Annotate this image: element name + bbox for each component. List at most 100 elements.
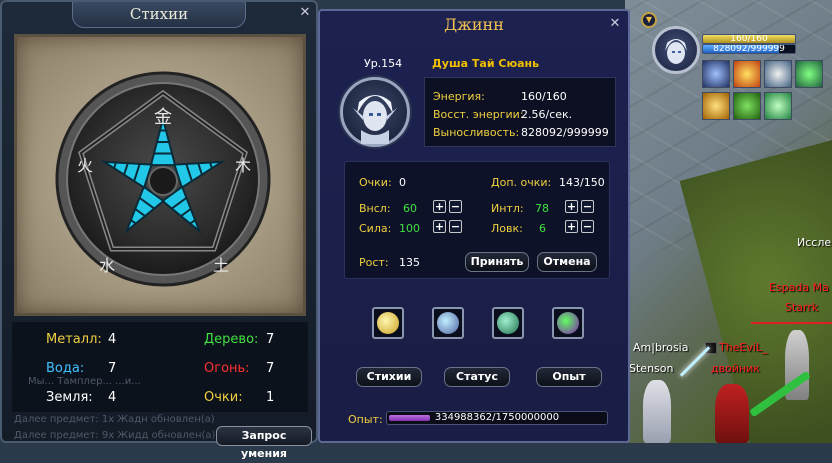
skill-star-icon[interactable] [795, 60, 823, 88]
str-label: Сила: [359, 222, 392, 235]
energy-value: 160/160 [521, 90, 567, 103]
genie-level: Ур.154 [364, 57, 403, 70]
skill-slot[interactable] [492, 307, 524, 339]
skill-burst-icon[interactable] [733, 60, 761, 88]
player-name[interactable]: Espada Ma [769, 281, 829, 294]
int-value: 78 [535, 202, 549, 215]
attribute-box: Очки: 0 Доп. очки: 143/150 Внсл: 60 + − … [344, 161, 610, 279]
exp-value: 334988362/1750000000 [434, 412, 560, 423]
stamina-bar: 828092/999999 [702, 44, 796, 54]
vnsl-value: 60 [403, 202, 417, 215]
vnsl-label: Внсл: [359, 202, 391, 215]
extra-points-label: Доп. очки: [491, 176, 552, 189]
growth-label: Рост: [359, 256, 389, 269]
svg-text:水: 水 [99, 256, 115, 275]
chat-ghost-text: Далее предмет: 9х Жидд обновлен(а) [14, 430, 216, 441]
wood-value: 7 [266, 332, 275, 347]
elements-parchment: 金 木 土 水 火 [14, 34, 306, 316]
chat-ghost-text: Мы... Тамплер... ...и... [28, 376, 141, 387]
dex-plus-button[interactable]: + [565, 220, 578, 233]
elements-button[interactable]: Стихии [356, 367, 422, 387]
hp-bar: 160/160 [702, 34, 796, 44]
skill-wind-icon[interactable] [702, 60, 730, 88]
chat-ghost-text: Далее предмет: 1х Жадн обновлен(а) [14, 414, 215, 425]
dex-minus-button[interactable]: − [581, 220, 594, 233]
vnsl-minus-button[interactable]: − [449, 200, 462, 213]
points-value: 1 [266, 390, 275, 405]
energy-label: Энергия: [433, 90, 485, 103]
svg-text:木: 木 [235, 156, 251, 175]
int-minus-button[interactable]: − [581, 200, 594, 213]
svg-text:金: 金 [154, 107, 172, 128]
status-button[interactable]: Статус [444, 367, 510, 387]
genie-name: Душа Тай Сюань [432, 57, 540, 70]
dex-value: 6 [539, 222, 546, 235]
str-plus-button[interactable]: + [433, 220, 446, 233]
points-value: 0 [399, 176, 406, 189]
elements-title: Стихии [129, 5, 189, 23]
fire-value: 7 [266, 361, 275, 376]
npc-name[interactable]: Иссле [797, 236, 831, 249]
player-name[interactable]: Am|brosia [633, 341, 688, 354]
earth-value: 4 [108, 390, 117, 405]
skill-wing-icon[interactable] [764, 60, 792, 88]
player-name[interactable]: двойник [711, 362, 760, 375]
genie-portrait [340, 77, 410, 147]
regen-label: Восст. энергии: [433, 108, 524, 121]
target-hp-bar [751, 322, 832, 324]
skill-slot[interactable] [552, 307, 584, 339]
hud-collapse-icon[interactable]: ▼ [641, 12, 657, 28]
elements-panel: Стихии ✕ 金 木 土 水 火 Металл: 4 Дерево: 7 В… [0, 0, 318, 460]
skill-slot[interactable] [372, 307, 404, 339]
stamina-label: Выносливость: [433, 126, 520, 139]
skill-light-icon [377, 312, 399, 334]
skill-leaf-icon[interactable] [733, 92, 761, 120]
points-label: Очки: [204, 390, 243, 405]
hp-text: 160/160 [730, 34, 768, 44]
stamina-text: 828092/999999 [713, 44, 785, 54]
pet-avatar[interactable] [652, 26, 700, 74]
skill-wave-icon [497, 312, 519, 334]
character-sprite[interactable] [715, 384, 749, 443]
skill-sprout-icon[interactable] [764, 92, 792, 120]
svg-text:土: 土 [213, 256, 229, 275]
player-name[interactable]: TheEviL_ [719, 341, 768, 354]
accept-button[interactable]: Принять [465, 252, 529, 272]
close-icon[interactable]: ✕ [298, 6, 312, 20]
skill-gold-icon[interactable] [702, 92, 730, 120]
skill-slot[interactable] [432, 307, 464, 339]
close-icon[interactable]: ✕ [608, 17, 622, 31]
regen-value: 2.56/сек. [521, 108, 573, 121]
player-name[interactable]: Stenson [629, 362, 673, 375]
exp-bar: 334988362/1750000000 [386, 411, 608, 425]
exp-button[interactable]: Опыт [536, 367, 602, 387]
extra-points-value: 143/150 [559, 176, 605, 189]
genie-face-icon [353, 95, 397, 144]
int-label: Интл: [491, 202, 524, 215]
genie-face-icon [665, 39, 687, 64]
skill-poison-icon [557, 312, 579, 334]
character-sprite[interactable] [643, 380, 671, 443]
metal-value: 4 [108, 332, 117, 347]
genie-info: Энергия: 160/160 Восст. энергии: 2.56/се… [424, 77, 616, 147]
genie-title: Джинн [444, 15, 504, 34]
str-value: 100 [399, 222, 420, 235]
int-plus-button[interactable]: + [565, 200, 578, 213]
growth-value: 135 [399, 256, 420, 269]
dex-label: Ловк: [491, 222, 523, 235]
vnsl-plus-button[interactable]: + [433, 200, 446, 213]
cancel-button[interactable]: Отмена [537, 252, 597, 272]
wood-label: Дерево: [204, 332, 259, 347]
fire-label: Огонь: [204, 361, 250, 376]
skill-query-button[interactable]: Запрос умения [216, 426, 312, 460]
str-minus-button[interactable]: − [449, 220, 462, 233]
player-name[interactable]: Starrk [785, 301, 818, 314]
skill-orb-icon [437, 312, 459, 334]
earth-label: Земля: [46, 390, 93, 405]
svg-text:火: 火 [77, 156, 93, 175]
metal-label: Металл: [46, 332, 102, 347]
elements-stats: Металл: 4 Дерево: 7 Вода: 7 Огонь: 7 Зем… [12, 322, 308, 412]
points-label: Очки: [359, 176, 392, 189]
exp-label: Опыт: [348, 413, 383, 426]
stamina-value: 828092/999999 [521, 126, 609, 139]
